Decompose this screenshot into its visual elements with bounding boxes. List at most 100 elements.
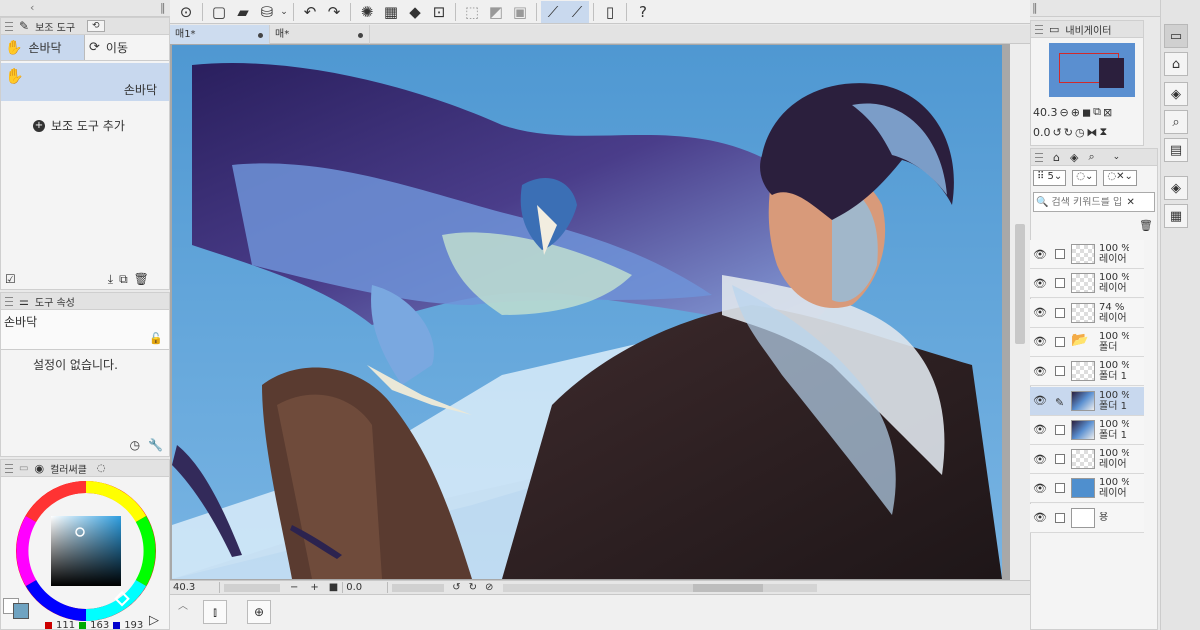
artwork-canvas[interactable]	[172, 45, 1002, 579]
layer-property-tab-icon[interactable]: ⌂	[1053, 151, 1060, 164]
open-folder-icon[interactable]: ▰	[231, 1, 255, 23]
color-set-tab-icon[interactable]: ◌	[97, 463, 106, 474]
grip-icon[interactable]	[1035, 24, 1043, 34]
smartphone-icon[interactable]: ▯	[598, 1, 622, 23]
zoom-out-icon[interactable]: −	[290, 582, 298, 593]
eye-icon[interactable]: 👁	[1033, 453, 1047, 466]
transform-icon[interactable]: ⊡	[427, 1, 451, 23]
animation-icon[interactable]: ▦	[1164, 204, 1188, 228]
clock-icon[interactable]: ◷	[130, 438, 140, 452]
wrench-icon[interactable]: 🔧	[148, 438, 163, 452]
layer-search-box[interactable]: 🔍 ✕	[1033, 192, 1155, 212]
trash-icon[interactable]: 🗑	[1139, 219, 1153, 232]
color-tab-icon[interactable]: ▭	[19, 463, 28, 474]
navigator-preview[interactable]	[1049, 43, 1135, 97]
subtool-sync-icon[interactable]: ⟲	[87, 20, 105, 32]
flip-vertical-icon[interactable]: ⧗	[1100, 125, 1108, 139]
zoom-in-icon[interactable]: +	[310, 582, 318, 593]
close-icon[interactable]: ✕	[1126, 197, 1134, 208]
eye-icon[interactable]: 👁	[1033, 365, 1047, 378]
eye-icon[interactable]: 👁	[1033, 511, 1047, 524]
eye-icon[interactable]: 👁	[1033, 482, 1047, 495]
layer-search-input[interactable]	[1051, 196, 1124, 208]
document-tab[interactable]: 매1*	[170, 25, 270, 44]
download-icon[interactable]: ⤓	[108, 272, 113, 287]
angle-slider[interactable]	[392, 583, 445, 592]
search-tab-icon[interactable]: ⌕	[1088, 150, 1094, 164]
navigator-angle-value[interactable]: 0.0	[1033, 126, 1051, 139]
layer-checkbox[interactable]	[1055, 366, 1065, 377]
clip-studio-logo-icon[interactable]: ⊙	[174, 1, 198, 23]
navigator-side-icon[interactable]: ▭	[1164, 24, 1188, 48]
redo-icon[interactable]: ↷	[322, 1, 346, 23]
vertical-scroll-thumb[interactable]	[1015, 224, 1025, 344]
fit-icon[interactable]: ⧉	[1093, 105, 1101, 119]
eye-icon[interactable]: 👁	[1033, 306, 1047, 319]
selection-border-icon[interactable]: ▣	[508, 1, 532, 23]
layer-checkbox[interactable]	[1055, 512, 1065, 523]
color-circle-tab-icon[interactable]: ◉	[34, 462, 44, 475]
layer-row[interactable]: 👁 74 % 레이어	[1030, 298, 1144, 328]
eye-icon[interactable]: 👁	[1033, 394, 1047, 407]
layer-side-icon[interactable]: ◈	[1164, 82, 1188, 106]
subtool-tab-hand[interactable]: ✋ 손바닥	[1, 35, 85, 60]
layer-row[interactable]: 👁 📂 100 % 폴더	[1030, 327, 1144, 357]
brush-size-dropdown[interactable]: ⠿ 5⌄	[1033, 170, 1067, 186]
lock-icon[interactable]: 🔓	[149, 332, 163, 345]
layer-checkbox[interactable]	[1055, 424, 1065, 435]
select-dropdown[interactable]: ◌⌄	[1072, 170, 1098, 186]
grip-icon[interactable]	[1035, 152, 1043, 162]
save-icon[interactable]: ⛁	[255, 1, 279, 23]
fill-window-icon[interactable]: ⊠	[1103, 106, 1112, 119]
grip-icon[interactable]	[5, 21, 13, 31]
rotate-right-icon[interactable]: ↻	[1064, 126, 1073, 139]
reset-rotate-icon[interactable]: ⊘	[485, 582, 493, 593]
main-color-swatch[interactable]	[13, 603, 29, 619]
subtool-item-hand[interactable]: ✋ 손바닥	[1, 63, 169, 101]
layer-row[interactable]: 👁 100 % 레이어	[1030, 445, 1144, 475]
timeline-icon[interactable]: ⫾	[203, 600, 227, 624]
zoom-value[interactable]: 40.3	[170, 582, 220, 593]
horizontal-scroll-thumb[interactable]	[693, 583, 764, 592]
layer-row[interactable]: 👁 100 % 레이어	[1030, 269, 1144, 299]
eye-icon[interactable]: 👁	[1033, 423, 1047, 436]
layer-checkbox[interactable]	[1055, 278, 1065, 289]
invert-icon[interactable]: ◩	[484, 1, 508, 23]
zoom-out-icon[interactable]: ⊖	[1060, 106, 1069, 119]
subtool-settings-icon[interactable]: ☑	[5, 272, 16, 286]
rotate-left-icon[interactable]: ↺	[1053, 126, 1062, 139]
collapse-left-icon[interactable]: ‹	[30, 1, 34, 14]
layer-checkbox[interactable]	[1055, 336, 1065, 347]
layer-checkbox[interactable]	[1055, 483, 1065, 494]
rotate-right-icon[interactable]: ↻	[469, 582, 477, 593]
new-file-icon[interactable]: ▢	[207, 1, 231, 23]
clear-dropdown[interactable]: ◌✕⌄	[1103, 170, 1137, 186]
layer-row[interactable]: 👁 100 % 폴더 1	[1030, 357, 1144, 387]
sub-view-icon[interactable]: ⌂	[1164, 52, 1188, 76]
undo-icon[interactable]: ↶	[298, 1, 322, 23]
panel-grip-icon[interactable]: ‖	[160, 1, 166, 14]
layers-stack-icon[interactable]: ◈	[1164, 176, 1188, 200]
add-subtool-button[interactable]: + 보조 도구 추가	[33, 117, 169, 134]
loading-icon[interactable]: ✺	[355, 1, 379, 23]
layer-checkbox[interactable]	[1055, 249, 1065, 259]
layer-row[interactable]: 👁 100 % 레이어	[1030, 474, 1144, 504]
layer-row[interactable]: 👁 100 % 폴더 1	[1030, 415, 1144, 445]
document-tab[interactable]: 매*	[270, 25, 370, 44]
trash-icon[interactable]: 🗑	[134, 272, 149, 286]
stop-icon[interactable]: ◼	[1082, 106, 1091, 119]
help-icon[interactable]: ?	[631, 1, 655, 23]
eye-icon[interactable]: 👁	[1033, 248, 1047, 261]
fill-icon[interactable]: ◆	[403, 1, 427, 23]
layer-row[interactable]: 👁 용	[1030, 503, 1144, 533]
duplicate-icon[interactable]: ⧉	[119, 272, 128, 287]
layer-checkbox[interactable]	[1055, 307, 1065, 318]
pen-stabilize-icon[interactable]: ⟋	[541, 0, 565, 23]
color-wheel[interactable]	[15, 480, 157, 622]
panel-grip-icon[interactable]: ‖	[1032, 1, 1038, 14]
grip-icon[interactable]	[5, 463, 13, 473]
collapse-up-icon[interactable]: ︿	[178, 597, 188, 612]
reset-rotate-icon[interactable]: ◷	[1075, 126, 1085, 139]
panel-menu-icon[interactable]: ⌄	[1113, 152, 1121, 162]
grip-icon[interactable]	[5, 296, 13, 306]
